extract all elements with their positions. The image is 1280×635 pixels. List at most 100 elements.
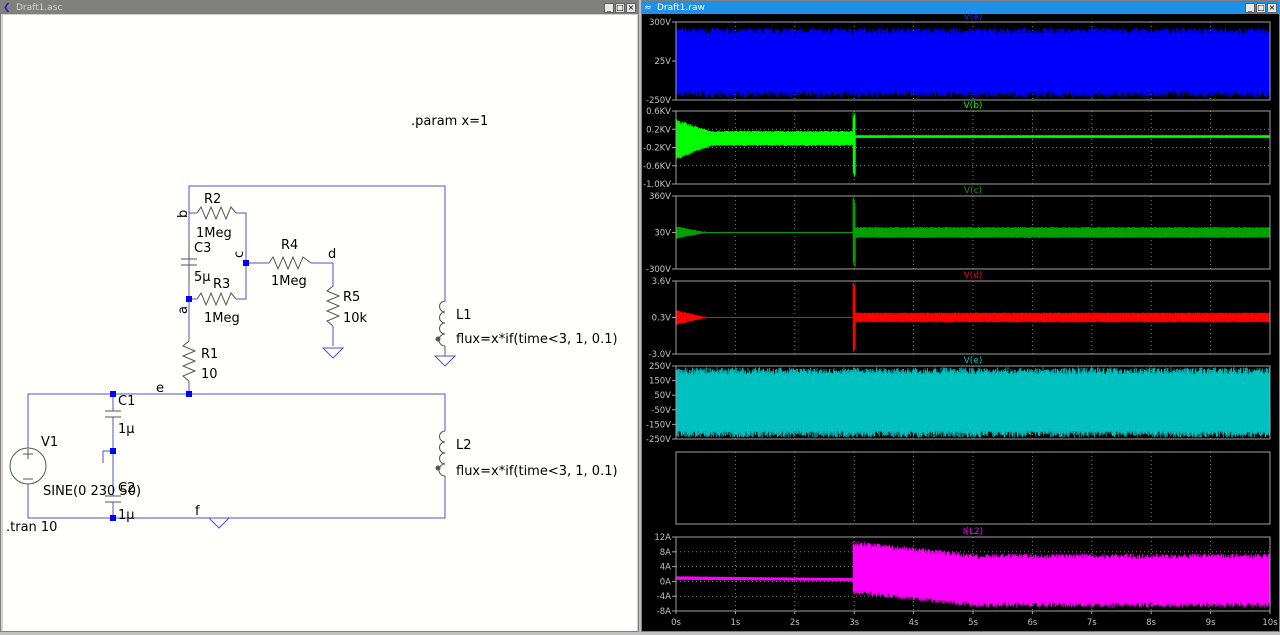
y-tick-label: 0.2KV — [646, 125, 671, 135]
l1-value: flux=x*if(time<3, 1, 0.1) — [456, 332, 618, 347]
schematic-canvas[interactable]: .param x=1 .tran 10 R2 1Meg C3 5µ R3 1Me… — [3, 15, 637, 631]
minimize-button[interactable]: _ — [1245, 2, 1255, 13]
components — [9, 205, 446, 503]
maximize-button[interactable]: □ — [1256, 2, 1266, 13]
r5-label: R5 — [343, 290, 360, 305]
resistor-r3 — [196, 291, 237, 307]
waveform-trace — [675, 367, 1271, 438]
r1-value: 10 — [201, 367, 218, 382]
r3-value: 1Meg — [204, 311, 240, 326]
y-tick-label: -1.0KV — [643, 180, 671, 190]
waveform-icon: ≈ — [644, 2, 652, 13]
v1-value: SINE(0 230 50) — [43, 484, 141, 499]
close-button[interactable]: × — [626, 2, 636, 13]
l2-value: flux=x*if(time<3, 1, 0.1) — [456, 464, 618, 479]
ltspice-icon: ❮ — [3, 2, 11, 13]
x-tick-label: 10s — [1262, 618, 1278, 628]
schematic-titlebar[interactable]: ❮ Draft1.asc _ □ × — [1, 1, 638, 14]
y-tick-label: 8A — [660, 548, 671, 558]
trace-label[interactable]: V(b) — [964, 101, 983, 111]
x-tick-label: 0s — [671, 618, 681, 628]
x-tick-label: 6s — [1027, 618, 1037, 628]
r4-value: 1Meg — [271, 274, 307, 289]
schematic-window: ❮ Draft1.asc _ □ × .param x=1 .tran 10 R… — [0, 0, 639, 632]
x-tick-label: 8s — [1146, 618, 1156, 628]
x-tick-label: 7s — [1087, 618, 1097, 628]
waveform-trace — [675, 541, 1271, 608]
x-tick-label: 3s — [849, 618, 859, 628]
y-tick-label: 12A — [654, 533, 671, 543]
trace-label[interactable]: I(L2) — [963, 527, 983, 537]
y-tick-label: -150V — [646, 420, 671, 430]
node-d-label: d — [328, 247, 336, 262]
waveform-trace — [675, 27, 1271, 98]
y-tick-label: -0.2KV — [643, 144, 671, 154]
schematic-title: Draft1.asc — [16, 2, 63, 13]
l2-label: L2 — [456, 438, 472, 453]
x-tick-label: 4s — [909, 618, 919, 628]
y-tick-label: 4A — [660, 563, 671, 573]
x-tick-label: 5s — [968, 618, 978, 628]
y-tick-label: 0.6KV — [646, 107, 671, 117]
y-tick-label: -50V — [651, 406, 671, 416]
node-a-label: a — [176, 306, 191, 314]
y-tick-label: 3.6V — [652, 277, 672, 287]
y-tick-label: 30V — [654, 229, 671, 239]
r2-value: 1Meg — [196, 226, 232, 241]
c1-value: 1µ — [118, 422, 135, 437]
ground-icon — [321, 347, 345, 359]
r2-label: R2 — [204, 192, 221, 207]
y-tick-label: 300V — [649, 18, 671, 28]
x-tick-label: 9s — [1206, 618, 1216, 628]
ground-symbols — [207, 347, 457, 529]
y-tick-label: 360V — [649, 192, 671, 202]
schematic-drawing[interactable]: .param x=1 .tran 10 R2 1Meg C3 5µ R3 1Me… — [3, 15, 637, 631]
r1-label: R1 — [201, 347, 218, 362]
node-b-label: b — [176, 210, 191, 218]
x-tick-label: 2s — [790, 618, 800, 628]
waveform-plot-area[interactable]: V(a) 300V 25V -250V V(b) 0.6KV 0.2KV -0.2KV -0.6… — [642, 14, 1279, 632]
y-tick-label: 150V — [649, 377, 671, 387]
y-tick-label: 50V — [654, 391, 671, 401]
c3-label: C3 — [194, 241, 211, 256]
wires — [27, 185, 446, 519]
y-tick-label: -8A — [657, 607, 671, 617]
resistor-r1 — [181, 340, 197, 382]
trace-label[interactable]: V(e) — [964, 356, 983, 366]
trace-label[interactable]: V(a) — [964, 14, 983, 22]
y-tick-label: 250V — [649, 362, 671, 372]
y-tick-label: 25V — [654, 57, 671, 67]
r3-label: R3 — [213, 277, 230, 292]
resistor-r2 — [196, 205, 237, 221]
y-tick-label: 0.3V — [652, 314, 672, 324]
node-e-label: e — [156, 381, 164, 396]
trace-label[interactable]: V(d) — [964, 271, 983, 281]
trace-label[interactable]: V(c) — [964, 186, 982, 196]
r4-label: R4 — [281, 238, 298, 253]
y-tick-label: -300V — [646, 265, 671, 275]
x-tick-label: 1s — [730, 618, 740, 628]
y-tick-label: -4A — [657, 592, 671, 602]
waveform-window: ≈ Draft1.raw _ □ × V(a) 300V 25V -250V V(b) 0… — [641, 0, 1280, 632]
waveform-title: Draft1.raw — [657, 2, 705, 13]
tran-directive[interactable]: .tran 10 — [6, 520, 57, 535]
ground-icon — [207, 517, 231, 529]
minimize-button[interactable]: _ — [604, 2, 614, 13]
v1-label: V1 — [41, 435, 58, 450]
c1-label: C1 — [118, 394, 135, 409]
ground-icon — [433, 355, 457, 367]
r5-value: 10k — [343, 311, 368, 326]
y-tick-label: -250V — [646, 435, 671, 445]
y-tick-label: -3.0V — [649, 350, 672, 360]
schematic-labels: .param x=1 .tran 10 R2 1Meg C3 5µ R3 1Me… — [6, 114, 618, 535]
c2-value: 1µ — [118, 508, 135, 523]
waveform-titlebar[interactable]: ≈ Draft1.raw _ □ × — [642, 1, 1279, 14]
node-c-label: c — [232, 251, 247, 258]
y-tick-label: 0A — [660, 577, 671, 587]
close-button[interactable]: × — [1267, 2, 1277, 13]
l1-label: L1 — [456, 308, 472, 323]
resistor-r5 — [325, 285, 341, 327]
maximize-button[interactable]: □ — [615, 2, 625, 13]
resistor-r4 — [268, 255, 312, 271]
param-directive[interactable]: .param x=1 — [411, 114, 488, 129]
